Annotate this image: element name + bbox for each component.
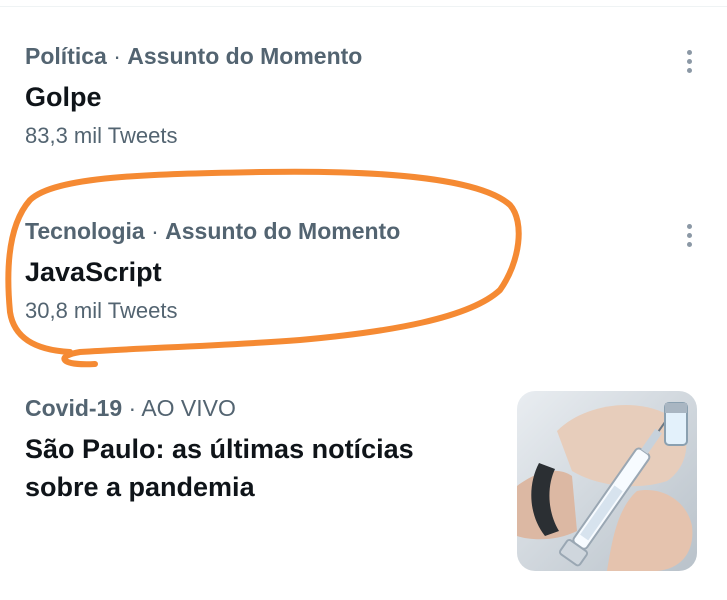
meta-separator: · [122, 395, 142, 421]
news-meta: Covid-19 · AO VIVO [25, 394, 485, 422]
news-item-covid[interactable]: Covid-19 · AO VIVO São Paulo: as últimas… [25, 394, 485, 506]
news-headline: São Paulo: as últimas notícias sobre a p… [25, 434, 414, 502]
syringe-vaccine-image [517, 391, 697, 571]
news-thumbnail[interactable] [517, 391, 697, 571]
news-live-label: AO VIVO [141, 395, 236, 421]
news-category: Covid-19 [25, 395, 123, 421]
